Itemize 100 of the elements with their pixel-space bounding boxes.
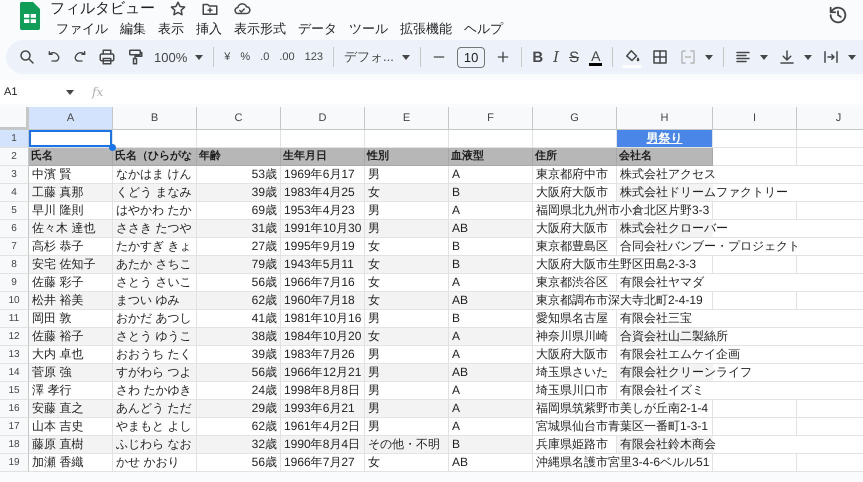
table-cell: AB bbox=[449, 364, 533, 382]
table-cell: 女 bbox=[365, 454, 449, 472]
row-header[interactable]: 10 bbox=[0, 292, 29, 310]
row-header[interactable]: 3 bbox=[0, 166, 29, 184]
table-cell: 79歳 bbox=[197, 256, 281, 274]
table-cell: 血液型 bbox=[449, 148, 533, 166]
table-cell: 東京都府中市 bbox=[533, 166, 617, 184]
caret-icon[interactable] bbox=[195, 54, 204, 60]
table-cell: 69歳 bbox=[197, 202, 281, 220]
table-cell: 39歳 bbox=[197, 346, 281, 364]
menu-item[interactable]: 拡張機能 bbox=[394, 18, 458, 40]
row-header[interactable]: 6 bbox=[0, 220, 29, 238]
table-cell: 性別 bbox=[365, 148, 449, 166]
column-header[interactable]: A bbox=[29, 107, 113, 130]
caret-icon[interactable] bbox=[760, 54, 768, 60]
table-cell: 大阪府大阪市 bbox=[533, 346, 617, 364]
caret-icon[interactable] bbox=[402, 54, 410, 60]
table-cell: くどう まなみ bbox=[113, 184, 197, 202]
table-cell: 1966年7月16 bbox=[281, 274, 365, 292]
table-cell: 1993年6月21 bbox=[281, 400, 365, 418]
strikethrough-button[interactable]: S bbox=[569, 48, 580, 66]
menu-item[interactable]: データ bbox=[292, 18, 343, 40]
font-dropdown[interactable]: デフォ... bbox=[344, 48, 394, 66]
history-icon[interactable] bbox=[827, 4, 849, 26]
sheets-logo-icon[interactable] bbox=[20, 2, 40, 30]
caret-icon[interactable] bbox=[848, 54, 856, 60]
paint-format-icon[interactable] bbox=[126, 48, 144, 66]
table-cell: 住所 bbox=[533, 148, 617, 166]
table-cell: 1960年7月18 bbox=[281, 292, 365, 310]
menu-item[interactable]: 表示形式 bbox=[228, 18, 292, 40]
table-cell: 31歳 bbox=[197, 220, 281, 238]
menu-item[interactable]: 編集 bbox=[114, 18, 152, 40]
menu-item[interactable]: ファイル bbox=[50, 18, 114, 40]
caret-icon[interactable] bbox=[804, 54, 812, 60]
cell-reference[interactable]: A1 bbox=[0, 86, 66, 98]
menu-item[interactable]: ツール bbox=[343, 18, 394, 40]
decrease-decimal-button[interactable]: .0 bbox=[260, 51, 270, 63]
row-header[interactable]: 16 bbox=[0, 400, 29, 418]
row-header[interactable]: 5 bbox=[0, 202, 29, 220]
currency-button[interactable]: ¥ bbox=[224, 51, 230, 63]
table-cell: 大内 卓也 bbox=[29, 346, 113, 364]
row-header[interactable]: 11 bbox=[0, 310, 29, 328]
row-header[interactable]: 12 bbox=[0, 328, 29, 346]
italic-button[interactable]: I bbox=[553, 48, 560, 66]
table-cell: さわ たかゆき bbox=[113, 382, 197, 400]
search-icon[interactable] bbox=[18, 48, 36, 66]
borders-icon[interactable] bbox=[651, 48, 670, 66]
row-header[interactable]: 4 bbox=[0, 184, 29, 202]
bold-button[interactable]: B bbox=[532, 48, 544, 66]
document-title[interactable]: フィルタビュー bbox=[50, 0, 155, 18]
zoom-dropdown[interactable]: 100% bbox=[154, 50, 188, 64]
menu-item[interactable]: 挿入 bbox=[190, 18, 228, 40]
text-wrap-icon[interactable] bbox=[822, 48, 840, 66]
percent-button[interactable]: % bbox=[240, 51, 250, 63]
menu-item[interactable]: 表示 bbox=[152, 18, 190, 40]
vertical-align-icon[interactable] bbox=[778, 48, 796, 66]
table-cell: 東京都調布市深大寺北町2-4-19 bbox=[533, 292, 713, 310]
row-header[interactable]: 1 bbox=[0, 130, 29, 148]
table-cell: 男 bbox=[365, 310, 449, 328]
caret-icon[interactable] bbox=[705, 54, 714, 60]
font-size-field[interactable]: 10 bbox=[456, 46, 486, 68]
text-color-button[interactable]: A bbox=[589, 48, 602, 66]
row-header[interactable]: 18 bbox=[0, 436, 29, 454]
undo-icon[interactable] bbox=[46, 49, 62, 65]
menu-item[interactable]: ヘルプ bbox=[458, 18, 509, 40]
number-format-button[interactable]: 123 bbox=[304, 51, 323, 63]
table-cell: 1983年7月26 bbox=[281, 346, 365, 364]
table-cell: 男 bbox=[365, 364, 449, 382]
row-header[interactable]: 9 bbox=[0, 274, 29, 292]
redo-icon[interactable] bbox=[72, 49, 88, 65]
row-header[interactable]: 14 bbox=[0, 364, 29, 382]
table-cell: 29歳 bbox=[197, 400, 281, 418]
row-header[interactable]: 8 bbox=[0, 256, 29, 274]
selected-cell[interactable] bbox=[29, 130, 113, 148]
table-cell: A bbox=[449, 202, 533, 220]
table-cell: 女 bbox=[365, 256, 449, 274]
table-cell: おかだ あつし bbox=[113, 310, 197, 328]
table-cell: 1995年9月19 bbox=[281, 238, 365, 256]
table-cell: A bbox=[449, 166, 533, 184]
star-icon[interactable] bbox=[169, 0, 187, 18]
table-cell: すがわら つよ bbox=[113, 364, 197, 382]
table-cell: 1966年12月21 bbox=[281, 364, 365, 382]
table-cell: 1991年10月30 bbox=[281, 220, 365, 238]
caret-icon[interactable] bbox=[66, 90, 74, 94]
increase-decimal-button[interactable]: .00 bbox=[279, 51, 295, 63]
link-cell[interactable]: 男祭り bbox=[617, 130, 713, 148]
row-header[interactable]: 7 bbox=[0, 238, 29, 256]
row-header[interactable]: 2 bbox=[0, 148, 29, 166]
table-cell: 工藤 真那 bbox=[29, 184, 113, 202]
table-cell: 男 bbox=[365, 202, 449, 220]
table-cell: その他・不明 bbox=[365, 436, 449, 454]
table-cell: A bbox=[449, 418, 533, 436]
row-header[interactable]: 15 bbox=[0, 382, 29, 400]
row-header[interactable]: 17 bbox=[0, 418, 29, 436]
print-icon[interactable] bbox=[98, 48, 116, 66]
table-cell: 有限会社鈴木商会 bbox=[617, 436, 863, 454]
row-header[interactable]: 13 bbox=[0, 346, 29, 364]
table-cell: 62歳 bbox=[197, 292, 281, 310]
table-cell: 株式会社ドリームファクトリー bbox=[617, 184, 863, 202]
row-header[interactable]: 19 bbox=[0, 454, 29, 472]
